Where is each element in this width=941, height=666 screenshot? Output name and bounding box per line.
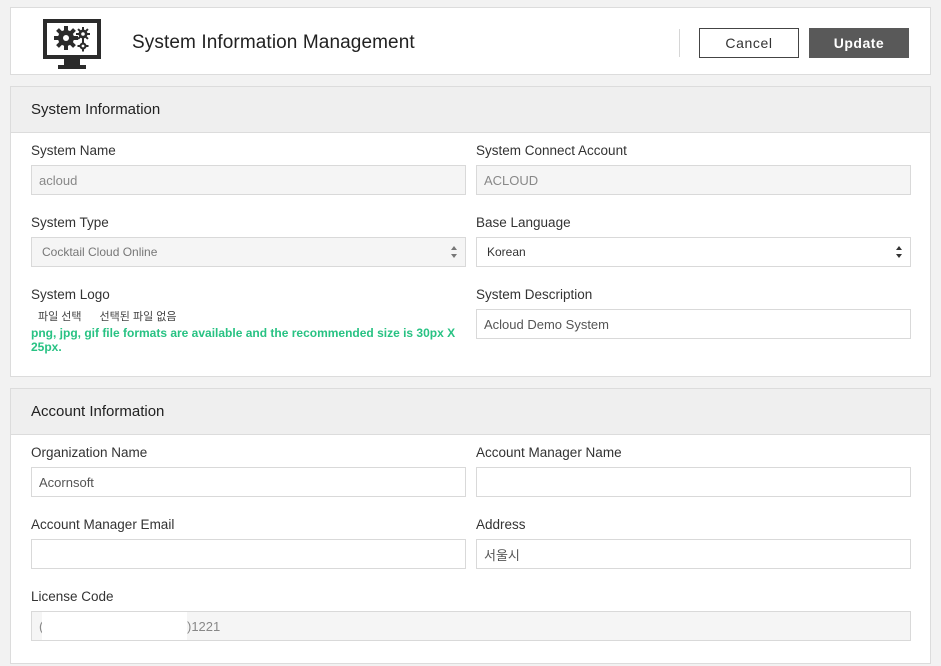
license-code-input[interactable]: ( )1221: [31, 611, 911, 641]
system-logo-label: System Logo: [31, 287, 110, 302]
redaction-mask: [42, 612, 187, 640]
account-manager-email-field: Account Manager Email: [31, 517, 466, 569]
cancel-button[interactable]: Cancel: [699, 28, 799, 58]
select-arrows-icon: [896, 246, 902, 258]
system-information-heading: System Information: [11, 87, 930, 133]
account-manager-email-label: Account Manager Email: [31, 517, 175, 532]
organization-name-label: Organization Name: [31, 445, 148, 460]
page-header: System Information Management Cancel Upd…: [10, 7, 931, 75]
base-language-value: Korean: [487, 245, 526, 259]
system-name-label: System Name: [31, 143, 116, 158]
system-description-input[interactable]: Acloud Demo System: [476, 309, 911, 339]
license-code-label: License Code: [31, 589, 114, 604]
account-manager-name-field: Account Manager Name: [476, 445, 911, 497]
system-settings-monitor-icon: [43, 19, 101, 69]
base-language-field: Base Language Korean: [476, 215, 911, 267]
system-connect-account-input[interactable]: ACLOUD: [476, 165, 911, 195]
license-code-end: )1221: [187, 618, 221, 634]
logo-format-hint: png, jpg, gif file formats are available…: [31, 326, 456, 354]
system-description-field: System Description Acloud Demo System: [476, 287, 911, 339]
address-label: Address: [476, 517, 526, 532]
account-information-heading: Account Information: [11, 389, 930, 435]
license-code-field: License Code ( )1221: [31, 589, 911, 641]
account-manager-name-label: Account Manager Name: [476, 445, 622, 460]
file-status-text: 선택된 파일 없음: [99, 311, 177, 323]
address-field: Address 서울시: [476, 517, 911, 569]
system-connect-account-label: System Connect Account: [476, 143, 627, 158]
system-name-field: System Name acloud: [31, 143, 466, 195]
system-type-value: Cocktail Cloud Online: [42, 245, 158, 259]
system-type-label: System Type: [31, 215, 109, 230]
organization-name-input[interactable]: Acornsoft: [31, 467, 466, 497]
organization-name-field: Organization Name Acornsoft: [31, 445, 466, 497]
choose-file-button[interactable]: 파일 선택: [38, 308, 82, 324]
system-description-label: System Description: [476, 287, 593, 302]
system-type-field: System Type Cocktail Cloud Online: [31, 215, 466, 267]
base-language-label: Base Language: [476, 215, 571, 230]
page-title: System Information Management: [132, 32, 415, 53]
header-divider: [679, 29, 680, 57]
update-button[interactable]: Update: [809, 28, 909, 58]
system-information-panel: System Information System Name acloud Sy…: [10, 86, 931, 377]
system-logo-file-input: 파일 선택 선택된 파일 없음: [31, 307, 471, 325]
system-type-select[interactable]: Cocktail Cloud Online: [31, 237, 466, 267]
address-input[interactable]: 서울시: [476, 539, 911, 569]
base-language-select[interactable]: Korean: [476, 237, 911, 267]
select-arrows-icon: [451, 246, 457, 258]
system-name-input[interactable]: acloud: [31, 165, 466, 195]
system-logo-field: System Logo 파일 선택 선택된 파일 없음 png, jpg, gi…: [31, 287, 471, 354]
account-manager-email-input[interactable]: [31, 539, 466, 569]
account-information-panel: Account Information Organization Name Ac…: [10, 388, 931, 664]
system-connect-account-field: System Connect Account ACLOUD: [476, 143, 911, 195]
account-manager-name-input[interactable]: [476, 467, 911, 497]
